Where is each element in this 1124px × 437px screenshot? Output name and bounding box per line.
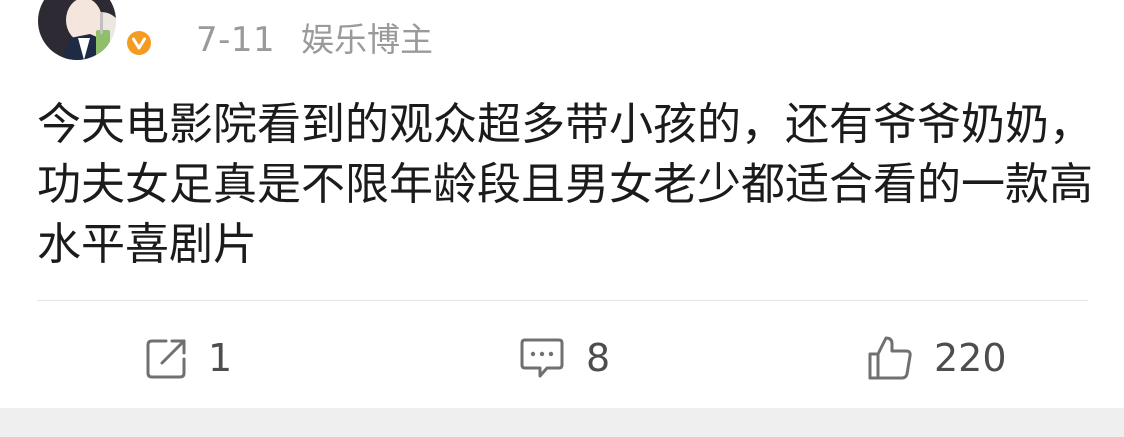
share-icon [146,339,186,379]
avatar[interactable] [38,0,116,60]
repost-button[interactable]: 1 [144,330,232,386]
like-button[interactable]: 220 [866,330,1007,386]
comment-icon [520,338,564,378]
post-body-text: 今天电影院看到的观众超多带小孩的，还有爷爷奶奶，功夫女足真是不限年龄段且男女老少… [37,99,1093,270]
weibo-post-card: 7-11 娱乐博主 今天电影院看到的观众超多带小孩的，还有爷爷奶奶，功夫女足真是… [0,0,1124,408]
verified-badge-icon [124,28,154,58]
avatar-illustration [38,0,116,60]
comment-button[interactable]: 8 [518,330,610,386]
divider [37,300,1088,301]
author-role-label: 娱乐博主 [301,20,433,59]
feed-separator [0,408,1124,437]
comment-count: 8 [586,336,611,380]
like-count: 220 [934,336,1007,380]
post-time: 7-11 [196,20,276,60]
thumbs-up-icon [868,336,912,380]
repost-count: 1 [208,336,233,380]
